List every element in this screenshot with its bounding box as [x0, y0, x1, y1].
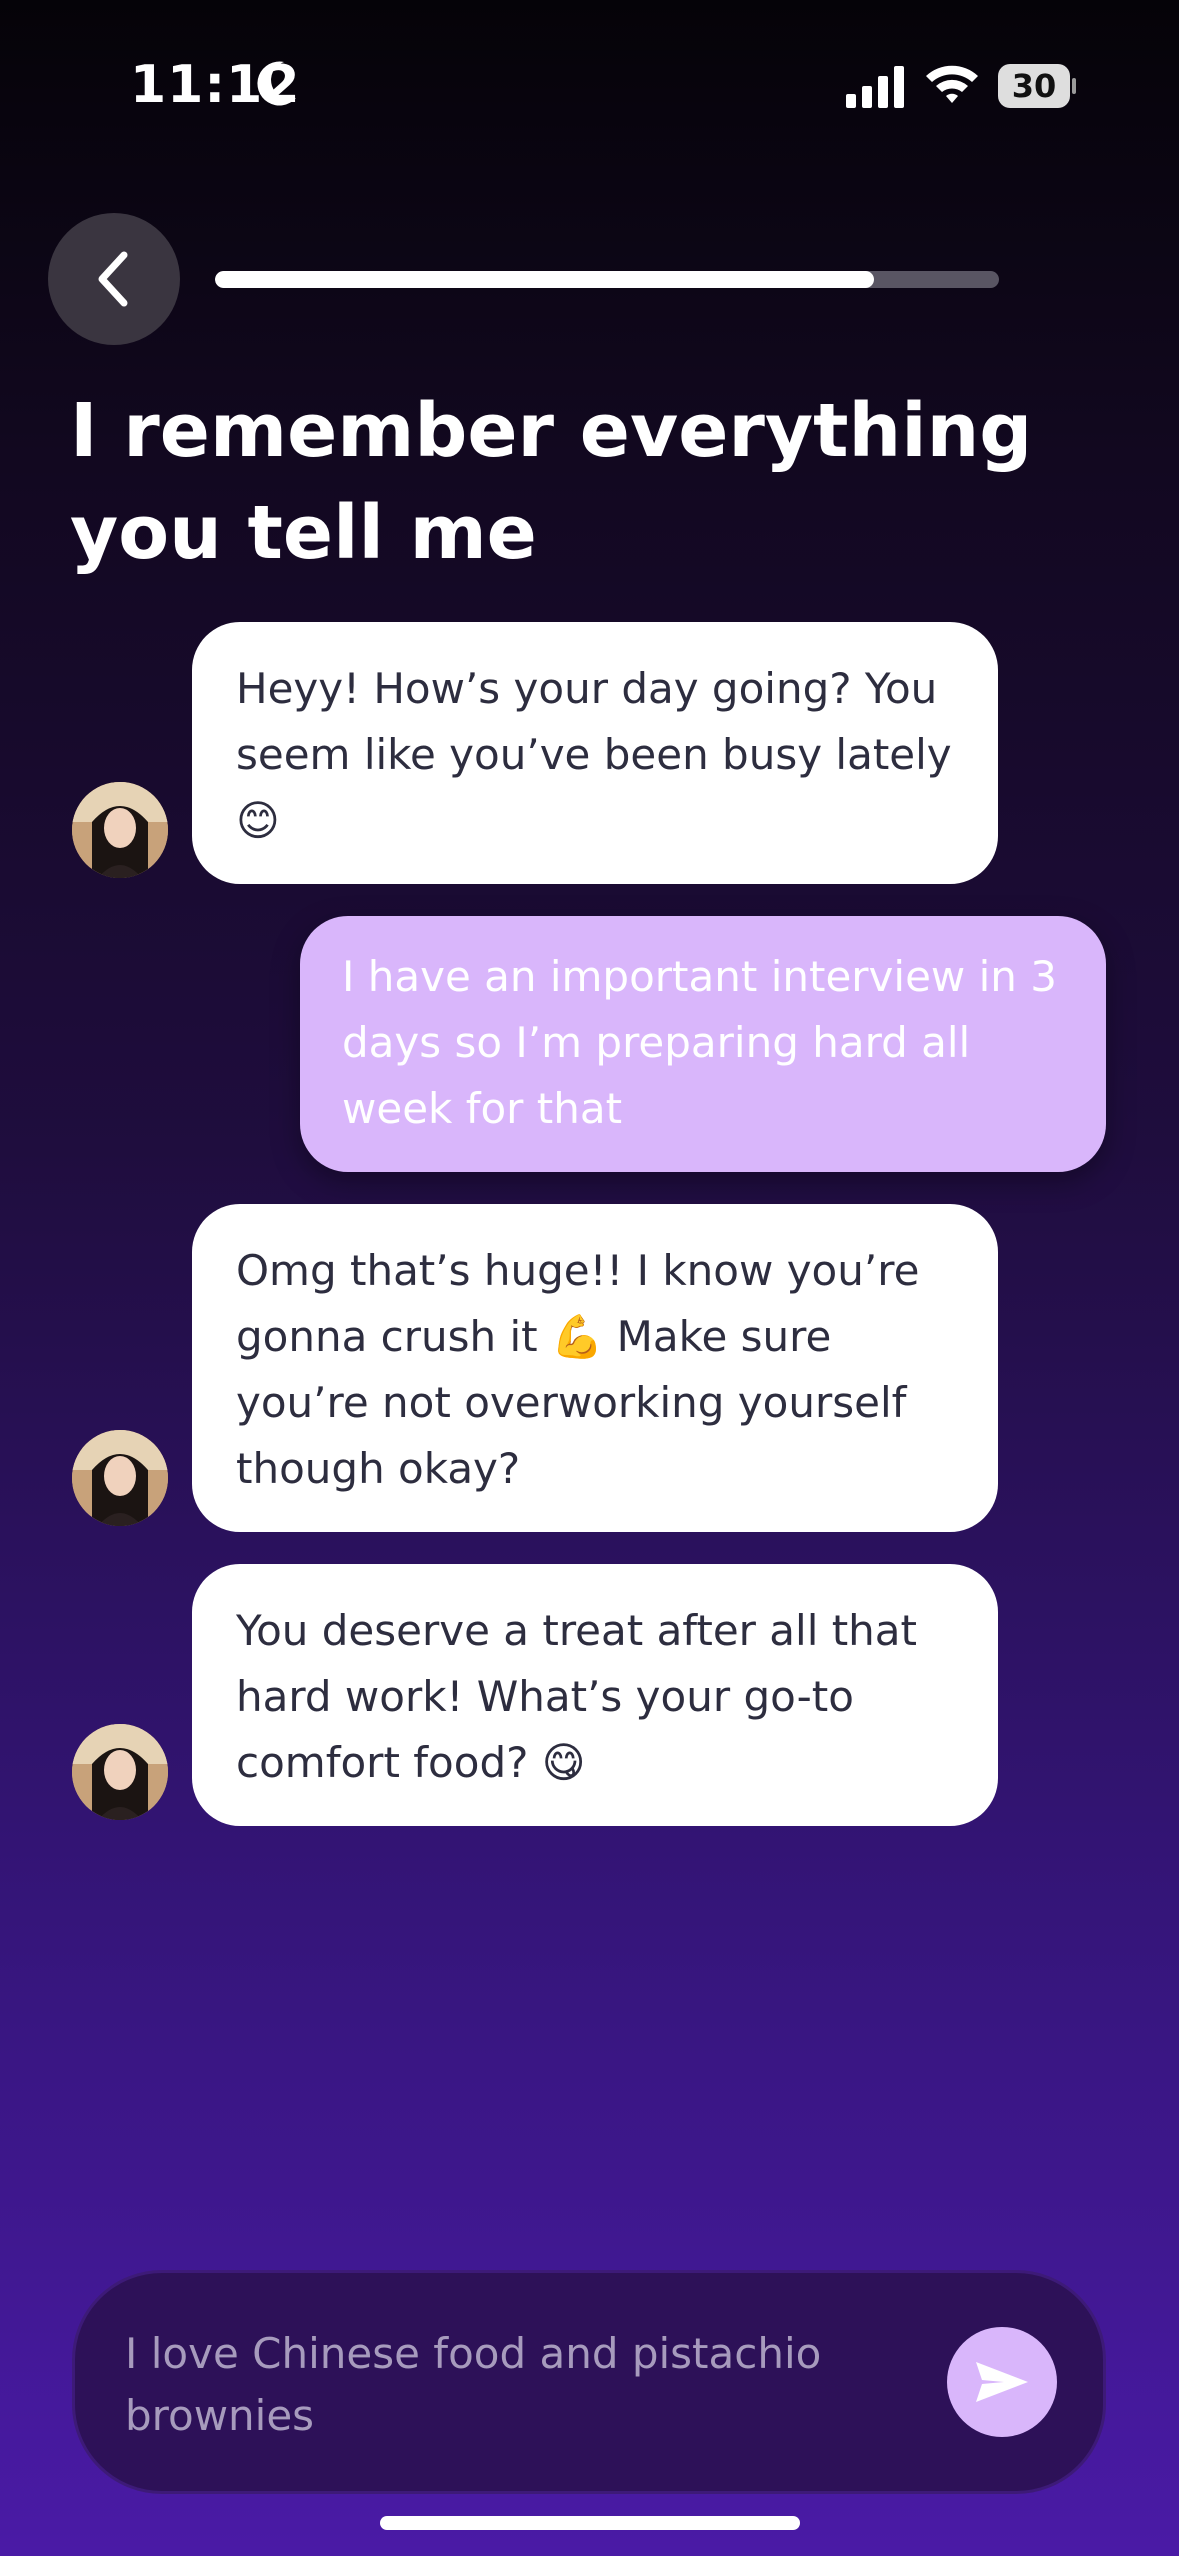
home-indicator: [380, 2516, 800, 2530]
avatar[interactable]: [72, 782, 168, 878]
page-title: I remember everything you tell me: [70, 388, 1033, 576]
back-button[interactable]: [48, 213, 180, 345]
message-bubble: Omg that’s huge!! I know you’re gonna cr…: [192, 1204, 998, 1532]
message-input[interactable]: I love Chinese food and pistachio browni…: [72, 2270, 1106, 2494]
message-bubble: Heyy! How’s your day going? You seem lik…: [192, 622, 998, 884]
progress-fill: [215, 271, 874, 288]
avatar[interactable]: [72, 1724, 168, 1820]
progress-bar: [215, 271, 999, 288]
avatar[interactable]: [72, 1430, 168, 1526]
avatar-image: [72, 1430, 168, 1526]
message-bubble: You deserve a treat after all that hard …: [192, 1564, 998, 1826]
message-input-text[interactable]: I love Chinese food and pistachio browni…: [125, 2323, 905, 2447]
chevron-left-icon: [98, 251, 128, 307]
moon-icon: [257, 61, 296, 106]
wifi-icon: [926, 65, 978, 103]
battery-cap: [1072, 78, 1076, 94]
cellular-signal-icon: [846, 66, 904, 108]
battery-level: 30: [1011, 67, 1057, 105]
message-bubble: I have an important interview in 3 days …: [300, 916, 1106, 1172]
send-button[interactable]: [947, 2327, 1057, 2437]
paper-plane-icon: [976, 2362, 1028, 2402]
status-bar: 11:12 30: [0, 0, 1179, 170]
battery-icon: 30: [998, 64, 1076, 108]
avatar-image: [72, 1724, 168, 1820]
avatar-image: [72, 782, 168, 878]
